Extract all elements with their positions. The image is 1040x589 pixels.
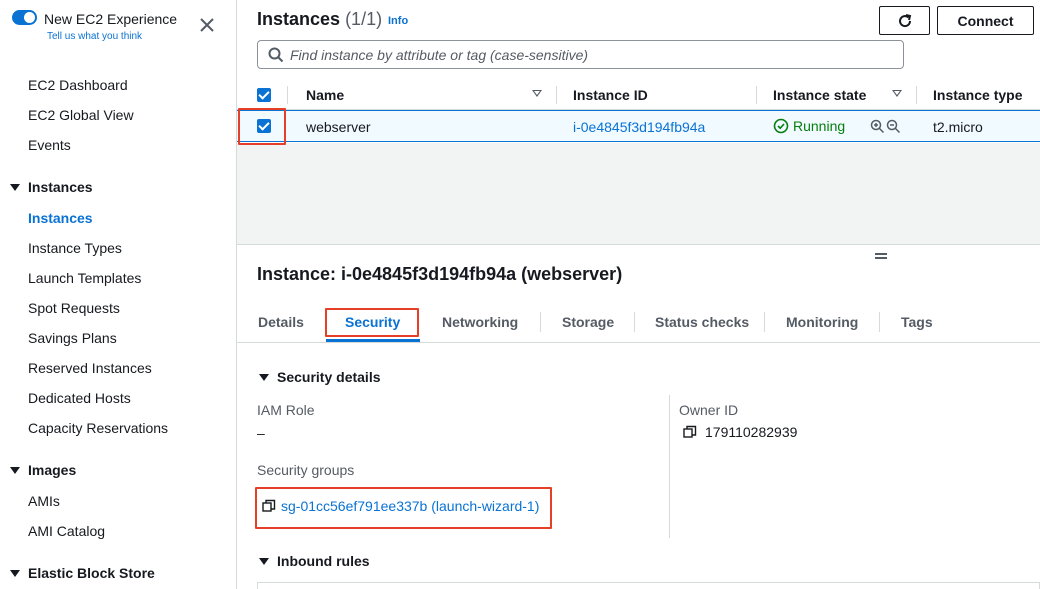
active-tab-indicator bbox=[326, 339, 420, 342]
split-divider bbox=[237, 244, 1040, 245]
search-icon bbox=[268, 47, 284, 62]
page-title: Instances (1/1) bbox=[257, 9, 382, 30]
column-divider bbox=[756, 86, 757, 104]
table-row[interactable]: webserver i-0e4845f3d194fb94a Running t2… bbox=[237, 110, 1040, 142]
check-circle-icon bbox=[773, 118, 789, 134]
search-input[interactable]: Find instance by attribute or tag (case-… bbox=[257, 40, 904, 69]
tab-details[interactable]: Details bbox=[258, 314, 304, 330]
page-title-text: Instances bbox=[257, 9, 341, 29]
sidebar-item-dedicated-hosts[interactable]: Dedicated Hosts bbox=[28, 390, 131, 406]
sidebar-item-reserved-instances[interactable]: Reserved Instances bbox=[28, 360, 152, 376]
table-header: Name Instance ID Instance state Instance… bbox=[237, 80, 1040, 110]
sidebar-item-instances[interactable]: Instances bbox=[28, 210, 93, 226]
sidebar-item-ami-catalog[interactable]: AMI Catalog bbox=[28, 523, 105, 539]
owner-id-label: Owner ID bbox=[679, 402, 739, 418]
instance-type: t2.micro bbox=[933, 119, 983, 135]
sidebar-section-instances[interactable]: Instances bbox=[10, 179, 93, 195]
instance-name: webserver bbox=[306, 119, 371, 135]
feedback-link[interactable]: Tell us what you think bbox=[47, 31, 142, 42]
close-icon[interactable] bbox=[198, 16, 216, 34]
caret-down-icon bbox=[10, 183, 20, 191]
sidebar: New EC2 Experience Tell us what you thin… bbox=[0, 0, 237, 589]
sidebar-section-label: Images bbox=[28, 462, 77, 478]
refresh-icon bbox=[898, 13, 911, 27]
instance-detail-title: Instance: i-0e4845f3d194fb94a (webserver… bbox=[257, 264, 623, 284]
sidebar-item-events[interactable]: Events bbox=[28, 137, 71, 153]
sidebar-item-amis[interactable]: AMIs bbox=[28, 493, 60, 509]
inbound-rules-heading-text: Inbound rules bbox=[277, 553, 370, 569]
tab-divider bbox=[634, 312, 635, 332]
experience-title: New EC2 Experience bbox=[44, 11, 178, 27]
instance-count: (1/1) bbox=[345, 9, 383, 29]
filter-icon[interactable] bbox=[892, 90, 902, 97]
column-header-instance-state[interactable]: Instance state bbox=[773, 87, 866, 103]
zoom-in-icon[interactable] bbox=[870, 119, 885, 134]
tab-monitoring[interactable]: Monitoring bbox=[786, 314, 858, 330]
column-divider bbox=[669, 395, 670, 538]
select-all-checkbox[interactable] bbox=[257, 88, 271, 102]
column-header-name[interactable]: Name bbox=[306, 87, 344, 103]
tab-divider bbox=[879, 312, 880, 332]
sidebar-section-images[interactable]: Images bbox=[10, 462, 76, 478]
zoom-out-icon[interactable] bbox=[886, 119, 901, 134]
caret-down-icon bbox=[259, 557, 269, 565]
security-groups-label: Security groups bbox=[257, 462, 355, 478]
column-divider bbox=[916, 86, 917, 104]
sidebar-item-ec2-dashboard[interactable]: EC2 Dashboard bbox=[28, 77, 128, 93]
new-experience-toggle[interactable] bbox=[12, 10, 37, 25]
sidebar-section-label: Instances bbox=[28, 179, 93, 195]
drag-handle-icon[interactable] bbox=[875, 253, 887, 259]
inbound-rules-heading[interactable]: Inbound rules bbox=[259, 553, 370, 569]
column-header-instance-type[interactable]: Instance type bbox=[933, 87, 1022, 103]
instance-state-text: Running bbox=[793, 118, 846, 134]
refresh-button[interactable] bbox=[879, 6, 930, 35]
inbound-rules-table bbox=[257, 582, 1040, 589]
highlight-box bbox=[238, 108, 286, 145]
caret-down-icon bbox=[10, 569, 20, 577]
connect-button[interactable]: Connect bbox=[937, 6, 1034, 35]
toggle-switch[interactable] bbox=[12, 10, 37, 25]
iam-role-label: IAM Role bbox=[257, 402, 315, 418]
sort-icon[interactable] bbox=[532, 90, 542, 97]
info-link[interactable]: Info bbox=[388, 15, 408, 27]
sidebar-item-spot-requests[interactable]: Spot Requests bbox=[28, 300, 120, 316]
sidebar-item-ec2-global-view[interactable]: EC2 Global View bbox=[28, 107, 134, 123]
sidebar-item-capacity-reservations[interactable]: Capacity Reservations bbox=[28, 420, 168, 436]
security-details-heading[interactable]: Security details bbox=[259, 369, 381, 385]
tab-divider bbox=[764, 312, 765, 332]
tab-divider bbox=[540, 312, 541, 332]
sidebar-item-instance-types[interactable]: Instance Types bbox=[28, 240, 122, 256]
tab-storage[interactable]: Storage bbox=[562, 314, 614, 330]
sidebar-item-launch-templates[interactable]: Launch Templates bbox=[28, 270, 141, 286]
search-placeholder: Find instance by attribute or tag (case-… bbox=[290, 46, 589, 63]
security-details-heading-text: Security details bbox=[277, 369, 381, 385]
column-divider bbox=[556, 86, 557, 104]
copy-icon[interactable] bbox=[683, 425, 697, 439]
highlight-box bbox=[325, 308, 419, 337]
tab-networking[interactable]: Networking bbox=[442, 314, 518, 330]
caret-down-icon bbox=[259, 373, 269, 381]
sidebar-section-label: Elastic Block Store bbox=[28, 565, 155, 581]
column-divider bbox=[287, 86, 288, 104]
tab-status-checks[interactable]: Status checks bbox=[655, 314, 749, 330]
sidebar-section-elastic-block-store[interactable]: Elastic Block Store bbox=[10, 565, 155, 581]
owner-id-value: 179110282939 bbox=[705, 424, 798, 440]
table-empty-area bbox=[237, 143, 1040, 244]
iam-role-value: – bbox=[257, 425, 265, 441]
instance-state: Running bbox=[773, 118, 845, 134]
instance-id-link[interactable]: i-0e4845f3d194fb94a bbox=[573, 119, 705, 135]
tab-tags[interactable]: Tags bbox=[901, 314, 933, 330]
owner-id: 179110282939 bbox=[683, 424, 797, 440]
sidebar-item-savings-plans[interactable]: Savings Plans bbox=[28, 330, 117, 346]
caret-down-icon bbox=[10, 466, 20, 474]
highlight-box bbox=[255, 487, 552, 529]
column-header-instance-id[interactable]: Instance ID bbox=[573, 87, 648, 103]
